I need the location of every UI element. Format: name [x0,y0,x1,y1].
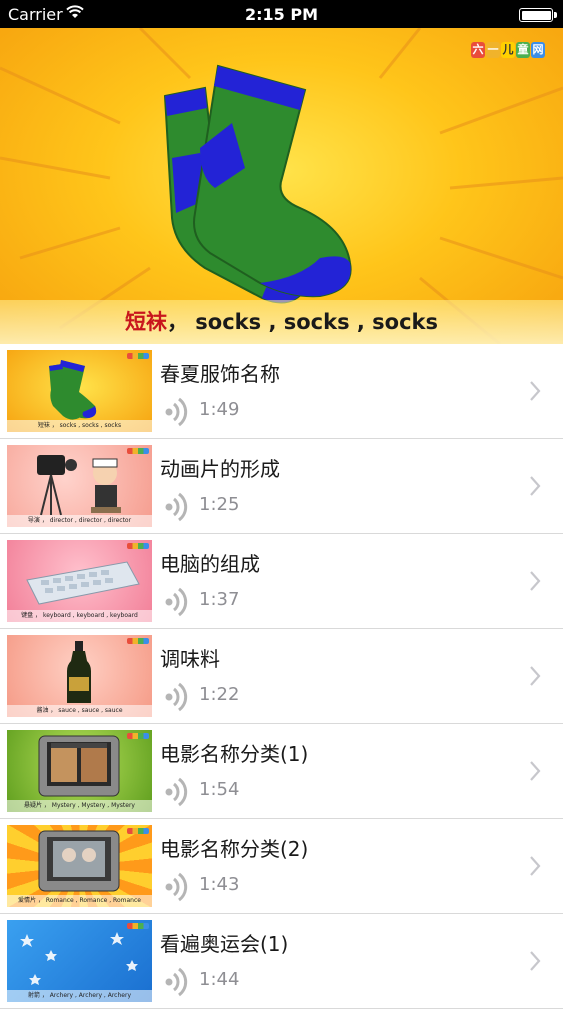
list-item[interactable]: 导演 ， director , director , director 动画片的… [0,439,563,534]
list-item[interactable]: 键盘 ， keyboard , keyboard , keyboard 电脑的组… [0,534,563,629]
brand-logo [127,923,149,929]
audio-icon [163,492,189,526]
thumbnail: 悬疑片 ， Mystery , Mystery , Mystery [7,730,152,812]
thumbnail: 射箭 ， Archery , Archery , Archery [7,920,152,1002]
brand-logo [127,353,149,359]
hero-banner[interactable]: 六 一 儿 童 网 短袜， socks , socks , socks [0,28,563,344]
list-item[interactable]: 短袜 ， socks , socks , socks 春夏服饰名称 1:49 [0,344,563,439]
thumb-caption: 酱油 ， sauce , sauce , sauce [7,705,152,717]
audio-icon [163,682,189,716]
brand-logo [127,638,149,644]
item-title: 看遍奥运会(1) [160,932,289,956]
item-title: 电脑的组成 [160,552,260,576]
hero-caption-en: ， socks , socks , socks [166,310,439,334]
logo-char: 儿 [501,42,515,58]
list-item[interactable]: 射箭 ， Archery , Archery , Archery 看遍奥运会(1… [0,914,563,1009]
audio-icon [163,872,189,906]
item-duration: 1:49 [199,399,240,420]
item-duration: 1:22 [199,684,240,705]
thumb-caption: 射箭 ， Archery , Archery , Archery [7,990,152,1002]
item-title: 调味料 [160,647,220,671]
brand-logo [127,543,149,549]
thumbnail: 键盘 ， keyboard , keyboard , keyboard [7,540,152,622]
item-title: 动画片的形成 [160,457,280,481]
brand-logo [127,733,149,739]
list-item[interactable]: 悬疑片 ， Mystery , Mystery , Mystery 电影名称分类… [0,724,563,819]
hero-caption: 短袜， socks , socks , socks [0,300,563,344]
audio-icon [163,397,189,431]
thumbnail: 酱油 ， sauce , sauce , sauce [7,635,152,717]
audio-icon [163,967,189,1001]
brand-logo [127,828,149,834]
thumb-caption: 爱情片 ， Romance , Romance , Romance [7,895,152,907]
item-title: 电影名称分类(2) [160,837,309,861]
thumb-caption: 导演 ， director , director , director [7,515,152,527]
thumb-caption: 键盘 ， keyboard , keyboard , keyboard [7,610,152,622]
item-duration: 1:43 [199,874,240,895]
chevron-right-icon [529,570,541,596]
status-time: 2:15 PM [244,5,318,24]
sock-illustration [163,64,352,304]
chevron-right-icon [529,760,541,786]
chevron-right-icon [529,855,541,881]
logo-char: 童 [516,42,530,58]
hero-caption-cn: 短袜 [124,310,167,334]
battery-icon [519,8,557,22]
chevron-right-icon [529,950,541,976]
status-bar: Carrier 2:15 PM [0,0,563,28]
logo-char: 网 [531,42,545,58]
thumbnail: 短袜 ， socks , socks , socks [7,350,152,432]
item-title: 电影名称分类(1) [160,742,309,766]
audio-icon [163,587,189,621]
chevron-right-icon [529,665,541,691]
thumb-caption: 短袜 ， socks , socks , socks [7,420,152,432]
item-title: 春夏服饰名称 [160,362,280,386]
thumb-caption: 悬疑片 ， Mystery , Mystery , Mystery [7,800,152,812]
list-item[interactable]: 爱情片 ， Romance , Romance , Romance 电影名称分类… [0,819,563,914]
audio-icon [163,777,189,811]
item-duration: 1:44 [199,969,240,990]
item-duration: 1:54 [199,779,240,800]
brand-logo [127,448,149,454]
chevron-right-icon [529,380,541,406]
song-list: 短袜 ， socks , socks , socks 春夏服饰名称 1:49 导… [0,344,563,1009]
logo-char: 六 [471,42,485,58]
logo-char: 一 [486,42,500,58]
list-item[interactable]: 酱油 ， sauce , sauce , sauce 调味料 1:22 [0,629,563,724]
item-duration: 1:25 [199,494,240,515]
item-duration: 1:37 [199,589,240,610]
thumbnail: 爱情片 ， Romance , Romance , Romance [7,825,152,907]
brand-logo: 六 一 儿 童 网 [471,42,545,58]
chevron-right-icon [529,475,541,501]
thumbnail: 导演 ， director , director , director [7,445,152,527]
